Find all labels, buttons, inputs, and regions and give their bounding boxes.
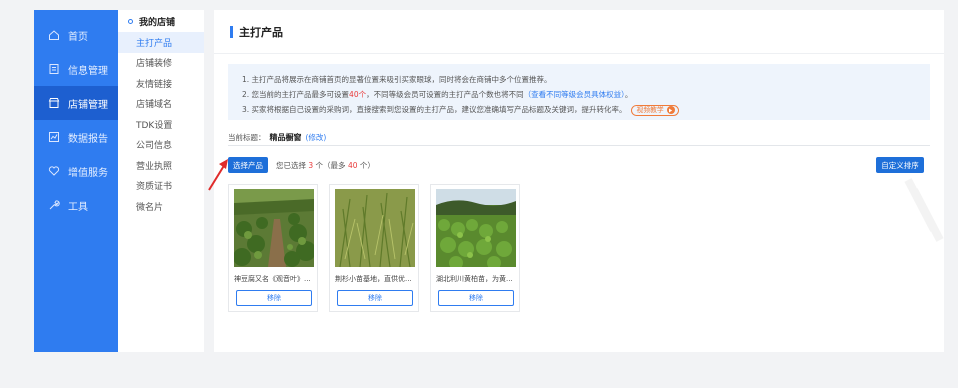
sidebar-item-label: 工具 bbox=[68, 201, 88, 213]
current-title-label: 当前标题： bbox=[228, 133, 266, 142]
product-name: 荆杉小苗基地，直供优... bbox=[335, 275, 412, 283]
sidebar: 首页 信息管理 店铺管理 数据报告 增值服务 工具 bbox=[34, 10, 118, 352]
notice-text: 。 bbox=[624, 90, 633, 99]
product-card: 神豆腐又名《观音叶》... 移除 bbox=[228, 184, 318, 312]
notice-text: ，不同等级会员可设置的主打产品个数也将不同 bbox=[366, 90, 524, 99]
sidebar-item-store-management[interactable]: 店铺管理 bbox=[34, 86, 118, 120]
title-accent-bar bbox=[230, 25, 233, 38]
member-benefits-link[interactable]: （查看不同等级会员具体权益） bbox=[524, 90, 625, 99]
subnav-title-label: 我的店铺 bbox=[139, 17, 176, 28]
subnav-item-featured-products[interactable]: 主打产品 bbox=[118, 32, 204, 53]
subnav-item-store-domain[interactable]: 店铺域名 bbox=[118, 94, 204, 115]
selected-text: 个） bbox=[357, 161, 375, 170]
selected-text: 个（最多 bbox=[313, 161, 348, 170]
video-tutorial-button[interactable]: 视频教学 bbox=[630, 104, 679, 116]
product-card: 荆杉小苗基地，直供优... 移除 bbox=[329, 184, 419, 312]
sidebar-item-label: 数据报告 bbox=[68, 133, 108, 145]
remove-button[interactable]: 移除 bbox=[438, 290, 514, 306]
notice-line-2: 2. 您当前的主打产品最多可设置40个，不同等级会员可设置的主打产品个数也将不同… bbox=[242, 87, 916, 102]
max-count-highlight: 40个 bbox=[349, 90, 367, 99]
product-image bbox=[234, 189, 314, 267]
sidebar-item-label: 首页 bbox=[68, 31, 88, 43]
edit-title-link[interactable]: (修改) bbox=[306, 132, 327, 143]
sidebar-item-label: 信息管理 bbox=[68, 65, 108, 77]
selected-max: 40 bbox=[347, 161, 358, 170]
notice-line-1: 1. 主打产品将展示在商铺首页的显著位置来吸引买家眼球，同时将会在商铺中多个位置… bbox=[242, 75, 552, 84]
page-title: 主打产品 bbox=[239, 25, 283, 39]
heart-icon bbox=[48, 165, 60, 177]
sidebar-item-label: 店铺管理 bbox=[68, 99, 108, 111]
notice-box: 1. 主打产品将展示在商铺首页的显著位置来吸引买家眼球，同时将会在商铺中多个位置… bbox=[228, 64, 930, 120]
watermark-decoration bbox=[904, 178, 944, 242]
product-image bbox=[335, 189, 415, 267]
subnav-item-company-info[interactable]: 公司信息 bbox=[118, 135, 204, 156]
sidebar-item-label: 增值服务 bbox=[68, 167, 108, 179]
document-icon bbox=[48, 63, 60, 75]
selected-count-info: 您已选择 3 个（最多 40 个） bbox=[276, 160, 375, 171]
subnav-item-store-decoration[interactable]: 店铺装修 bbox=[118, 53, 204, 74]
sidebar-item-value-added[interactable]: 增值服务 bbox=[34, 154, 118, 188]
current-title-value: 精品橱窗 bbox=[269, 133, 302, 142]
video-tutorial-label: 视频教学 bbox=[636, 105, 664, 114]
main-panel: 主打产品 1. 主打产品将展示在商铺首页的显著位置来吸引买家眼球，同时将会在商铺… bbox=[214, 10, 944, 352]
product-name: 湖北利川黄柏苗，为黄... bbox=[436, 275, 513, 283]
play-icon bbox=[666, 106, 675, 114]
subnav-item-business-license[interactable]: 营业执照 bbox=[118, 155, 204, 176]
sidebar-item-home[interactable]: 首页 bbox=[34, 18, 118, 52]
sidebar-item-tools[interactable]: 工具 bbox=[34, 188, 118, 222]
product-image bbox=[436, 189, 516, 267]
sidebar-item-data-report[interactable]: 数据报告 bbox=[34, 120, 118, 154]
notice-text: 2. 您当前的主打产品最多可设置 bbox=[242, 90, 350, 99]
selected-text: 您已选择 bbox=[276, 161, 309, 170]
page: 首页 信息管理 店铺管理 数据报告 增值服务 工具 我的店铺 主打产品 店铺装修… bbox=[0, 0, 958, 388]
main-header: 主打产品 bbox=[214, 10, 944, 54]
subnav-title: 我的店铺 bbox=[118, 10, 204, 32]
remove-button[interactable]: 移除 bbox=[236, 290, 312, 306]
store-subnav: 我的店铺 主打产品 店铺装修 友情链接 店铺域名 TDK设置 公司信息 营业执照… bbox=[118, 10, 204, 352]
subnav-item-friend-links[interactable]: 友情链接 bbox=[118, 73, 204, 94]
home-icon bbox=[48, 29, 60, 41]
notice-line-3: 3. 买家将根据自己设置的采购词，直接搜索到您设置的主打产品，建议您准确填写产品… bbox=[242, 102, 916, 117]
subnav-item-tdk-settings[interactable]: TDK设置 bbox=[118, 114, 204, 135]
notice-text: 3. 买家将根据自己设置的采购词，直接搜索到您设置的主打产品，建议您准确填写产品… bbox=[242, 105, 627, 114]
wrench-icon bbox=[48, 199, 60, 211]
current-title-row: 当前标题： 精品橱窗 (修改) bbox=[228, 132, 930, 146]
remove-button[interactable]: 移除 bbox=[337, 290, 413, 306]
circle-dot-icon bbox=[128, 18, 133, 24]
product-card: 湖北利川黄柏苗，为黄... 移除 bbox=[430, 184, 520, 312]
subnav-item-certificates[interactable]: 资质证书 bbox=[118, 176, 204, 197]
product-name: 神豆腐又名《观音叶》... bbox=[234, 275, 311, 283]
sidebar-item-info-management[interactable]: 信息管理 bbox=[34, 52, 118, 86]
annotation-arrow-icon bbox=[208, 159, 228, 191]
product-list: 神豆腐又名《观音叶》... 移除 荆杉小苗基地，直供优... 移除 湖北利川黄柏… bbox=[228, 184, 531, 312]
chart-icon bbox=[48, 131, 60, 143]
store-icon bbox=[48, 97, 60, 109]
sidebar-nav: 首页 信息管理 店铺管理 数据报告 增值服务 工具 bbox=[34, 10, 118, 222]
select-product-button[interactable]: 选择产品 bbox=[228, 157, 268, 173]
subnav-item-mini-card[interactable]: 微名片 bbox=[118, 196, 204, 217]
